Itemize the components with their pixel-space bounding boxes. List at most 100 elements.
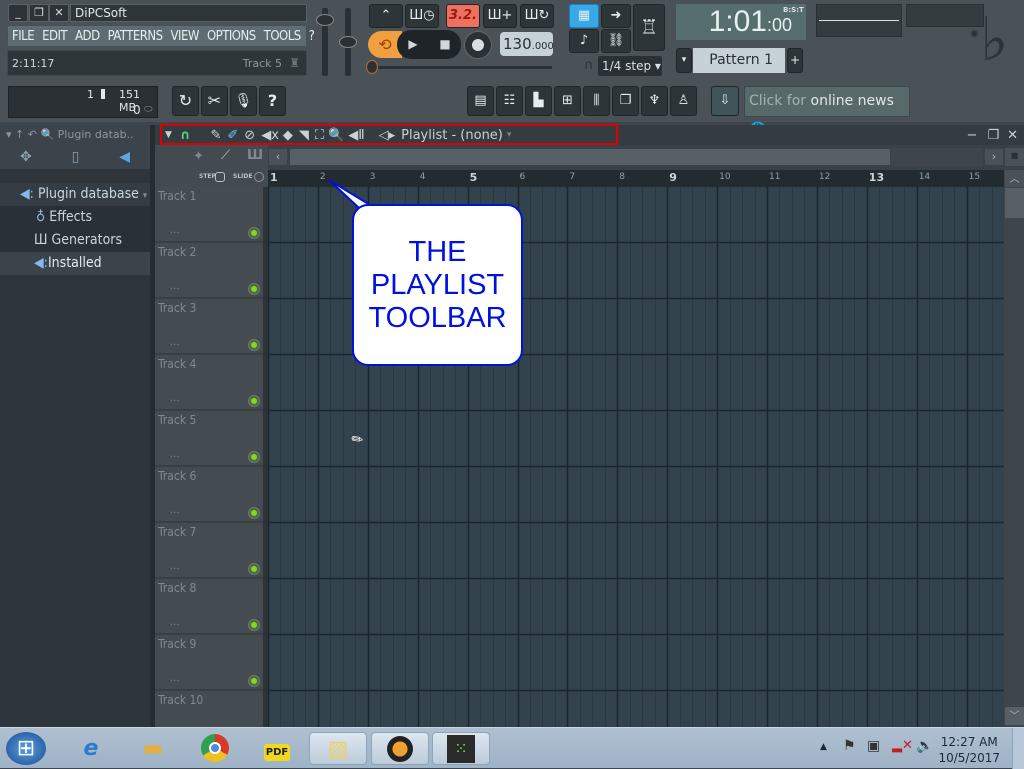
start-button[interactable]: ⊞ [6, 732, 46, 765]
menu-tools[interactable]: TOOLS [260, 29, 305, 44]
pattern-prev-button[interactable]: ▾ [676, 48, 692, 73]
network-icon[interactable]: ▂✕ [892, 738, 913, 753]
loop-record-button[interactable]: Ш↻ [520, 4, 554, 28]
menu-help[interactable]: ? [305, 29, 319, 44]
track-header[interactable]: Track 9... [155, 635, 263, 690]
track-header[interactable]: Track 6... [155, 467, 263, 522]
action-center-icon[interactable]: ⚑ [843, 738, 856, 754]
touch-controller-button[interactable]: ♙ [670, 86, 697, 116]
minimize-icon[interactable]: − [967, 128, 978, 143]
track-header[interactable]: Track 2... [155, 243, 263, 298]
scroll-down-button[interactable]: ﹀ [1005, 707, 1024, 725]
track-more[interactable]: ... [170, 561, 180, 572]
horizontal-scroll-track[interactable] [891, 148, 983, 166]
browser-item-generators[interactable]: Ш Generators [0, 229, 150, 252]
close-button[interactable]: ✕ [49, 4, 69, 22]
track-enable-led[interactable] [249, 508, 259, 518]
horizontal-scrollbar[interactable] [289, 148, 891, 166]
fl-studio-icon[interactable] [371, 732, 429, 765]
menu-file[interactable]: FILE [8, 29, 38, 44]
show-hidden-icons[interactable]: ▲ [820, 742, 827, 752]
pattern-selector[interactable]: Pattern 1 [693, 48, 785, 73]
track-more[interactable]: ... [170, 617, 180, 628]
performance-knob-button[interactable]: ♖ [633, 4, 665, 51]
master-volume-knob[interactable] [316, 14, 334, 26]
track-enable-led[interactable] [249, 340, 259, 350]
record-button[interactable] [464, 31, 492, 59]
track-enable-led[interactable] [249, 564, 259, 574]
track-enable-led[interactable] [249, 452, 259, 462]
help-button[interactable]: ? [259, 86, 286, 116]
tab-all-icon[interactable]: ✥ [20, 149, 32, 165]
step-edit-button[interactable]: Ш+ [483, 4, 517, 28]
track-more[interactable]: ... [170, 281, 180, 292]
track-header[interactable]: Track 4... [155, 355, 263, 410]
chrome-icon[interactable] [196, 732, 234, 765]
volume-icon[interactable]: 🔊 [916, 738, 933, 754]
blend-notes-button[interactable]: ♪ [569, 29, 599, 53]
menu-edit[interactable]: EDIT [38, 29, 71, 44]
track-enable-led[interactable] [249, 620, 259, 630]
browser-search-icon[interactable]: 🔍 [40, 128, 54, 141]
snap-select[interactable]: 1/4 step ▾ [598, 56, 662, 76]
stop-button[interactable]: ■ [429, 30, 461, 59]
menu-view[interactable]: VIEW [167, 29, 203, 44]
track-header[interactable]: Track 8... [155, 579, 263, 634]
step-toggle[interactable] [215, 172, 225, 182]
undo-button[interactable]: ↻ [172, 86, 199, 116]
browser-item-installed[interactable]: ◀:Installed [0, 252, 150, 275]
internet-explorer-icon[interactable]: e [72, 732, 110, 765]
wait-input-button[interactable]: Ш◷ [405, 4, 439, 28]
scroll-up-button[interactable]: ︿ [1005, 170, 1024, 187]
scroll-right-button[interactable]: › [984, 148, 1004, 166]
project-info-button[interactable]: ❐ [612, 86, 639, 116]
track-more[interactable]: ... [170, 505, 180, 516]
file-explorer-icon[interactable]: ▬ [134, 732, 172, 765]
system-clock[interactable]: 12:27 AM 10/5/2017 [938, 734, 1000, 766]
track-more[interactable]: ... [170, 393, 180, 404]
automation-icon[interactable]: ⟋ [221, 148, 230, 163]
channel-rack-button[interactable]: ☷ [496, 86, 523, 116]
restore-button[interactable]: ❐ [29, 4, 49, 22]
pdf-reader-icon[interactable]: PDF [258, 732, 296, 765]
song-position-slider[interactable] [368, 66, 552, 69]
browser-root[interactable]: ◀: Plugin database ▾ [0, 183, 150, 206]
tab-plugins-icon[interactable]: ◀ [119, 149, 130, 165]
multilink-button[interactable]: ⛓ [601, 29, 631, 53]
close-icon[interactable]: ✕ [1007, 128, 1018, 143]
playlist-window-button[interactable]: ▤ [467, 86, 494, 116]
menu-options[interactable]: OPTIONS [203, 29, 260, 44]
camstudio-icon[interactable]: ⁙ [432, 732, 490, 765]
online-news-button[interactable]: Click for online news 🌐 [744, 86, 910, 138]
track-enable-led[interactable] [249, 396, 259, 406]
record-audio-button[interactable]: 🎙 [230, 86, 257, 116]
audio-clip-icon[interactable]: ✦ [193, 149, 204, 164]
menu-patterns[interactable]: PATTERNS [104, 29, 167, 44]
corner-button[interactable]: ■ [1005, 148, 1024, 166]
browser-up-icon[interactable]: ↑ [15, 128, 24, 141]
track-enable-led[interactable] [249, 228, 259, 238]
slide-toggle[interactable] [254, 172, 264, 182]
typing-keyboard-button[interactable]: ▦ [569, 4, 599, 28]
track-header[interactable]: Track 3... [155, 299, 263, 354]
plugin-picker-button[interactable]: ♆ [641, 86, 668, 116]
vertical-scroll-thumb[interactable] [1005, 188, 1024, 218]
master-pitch-knob[interactable] [339, 36, 357, 48]
restore-icon[interactable]: ❐ [987, 128, 999, 143]
pattern-add-button[interactable]: + [787, 48, 803, 73]
track-enable-led[interactable] [249, 676, 259, 686]
scroll-left-button[interactable]: ‹ [268, 148, 288, 166]
browser-menu-icon[interactable]: ▾ [6, 128, 12, 141]
track-header[interactable]: Track 5... [155, 411, 263, 466]
browser-button[interactable]: ⊞ [554, 86, 581, 116]
edison-button[interactable]: ✂ [201, 86, 228, 116]
step-forward-button[interactable]: ➜ [601, 4, 631, 28]
countdown-display[interactable]: 3.2. [446, 4, 480, 28]
tempo-display[interactable]: 130.000 [500, 32, 554, 56]
minimize-button[interactable]: _ [8, 4, 28, 22]
sticky-notes-icon[interactable]: ▨ [309, 732, 367, 765]
browser-item-effects[interactable]: ♁ Effects [0, 206, 150, 229]
track-more[interactable]: ... [170, 449, 180, 460]
pattern-clip-icon[interactable]: Ш [247, 148, 263, 163]
piano-roll-button[interactable]: ▙ [525, 86, 552, 116]
